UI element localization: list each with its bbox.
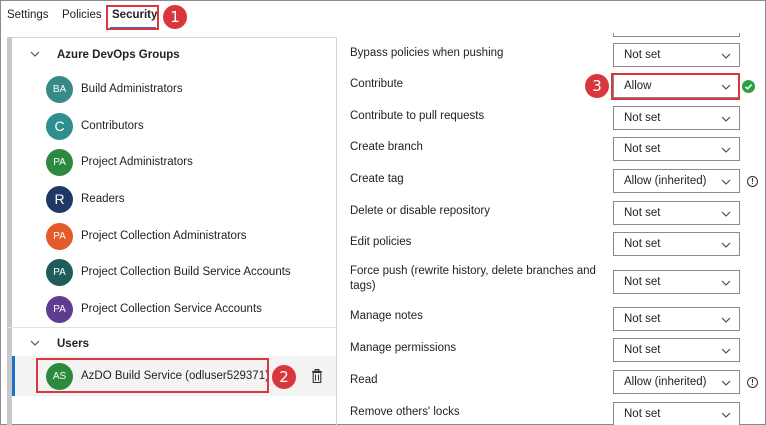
info-icon[interactable]: ! bbox=[747, 176, 758, 187]
clipped-select-edge bbox=[613, 33, 740, 37]
group-item-project-administrators[interactable]: PA Project Administrators bbox=[46, 149, 326, 179]
select-value: Not set bbox=[624, 344, 661, 356]
permission-label: Delete or disable repository bbox=[350, 205, 490, 217]
chevron-down-icon bbox=[721, 278, 731, 286]
checkmark-icon bbox=[742, 80, 755, 93]
group-item-build-administrators[interactable]: BA Build Administrators bbox=[46, 76, 326, 106]
divider bbox=[8, 327, 336, 328]
permission-select-contribute-pr[interactable]: Not set bbox=[613, 106, 740, 130]
azure-devops-groups-header[interactable]: Azure DevOps Groups bbox=[57, 49, 180, 61]
group-label: Project Collection Build Service Account… bbox=[81, 266, 291, 278]
contribute-highlight bbox=[611, 73, 740, 100]
permission-select-read[interactable]: Allow (inherited) bbox=[613, 370, 740, 394]
select-value: Not set bbox=[624, 207, 661, 219]
select-value: Not set bbox=[624, 112, 661, 124]
permission-select-edit-policies[interactable]: Not set bbox=[613, 232, 740, 256]
tab-settings[interactable]: Settings bbox=[7, 9, 49, 21]
permission-label: Contribute to pull requests bbox=[350, 110, 485, 122]
permission-select-remove-locks[interactable]: Not set bbox=[613, 402, 740, 425]
permission-label: Manage notes bbox=[350, 310, 423, 322]
avatar: PA bbox=[46, 259, 73, 286]
tab-policies[interactable]: Policies bbox=[62, 9, 102, 21]
select-value: Not set bbox=[624, 313, 661, 325]
select-value: Allow (inherited) bbox=[624, 175, 707, 187]
avatar: PA bbox=[46, 296, 73, 323]
permission-label: Create tag bbox=[350, 173, 404, 185]
callout-badge-2: 2 bbox=[272, 365, 296, 389]
permission-label: Create branch bbox=[350, 141, 423, 153]
chevron-down-icon bbox=[721, 378, 731, 386]
permission-label: Remove others' locks bbox=[350, 406, 460, 418]
permission-select-manage-notes[interactable]: Not set bbox=[613, 307, 740, 331]
chevron-down-icon bbox=[721, 315, 731, 323]
group-label: Project Collection Administrators bbox=[81, 230, 247, 242]
permission-label: Bypass policies when pushing bbox=[350, 47, 504, 59]
permission-label: Contribute bbox=[350, 78, 404, 90]
permission-select-create-tag[interactable]: Allow (inherited) bbox=[613, 169, 740, 193]
avatar: C bbox=[46, 113, 73, 140]
avatar: PA bbox=[46, 149, 73, 176]
permission-select-manage-permissions[interactable]: Not set bbox=[613, 338, 740, 362]
chevron-down-icon bbox=[721, 177, 731, 185]
chevron-down-icon bbox=[721, 346, 731, 354]
users-header[interactable]: Users bbox=[57, 338, 89, 350]
select-value: Not set bbox=[624, 143, 661, 155]
trash-icon[interactable] bbox=[311, 369, 323, 384]
chevron-down-icon[interactable] bbox=[30, 50, 40, 61]
avatar: BA bbox=[46, 76, 73, 103]
group-item-project-collection-administrators[interactable]: PA Project Collection Administrators bbox=[46, 223, 326, 253]
permission-select-delete-repo[interactable]: Not set bbox=[613, 201, 740, 225]
chevron-down-icon bbox=[721, 240, 731, 248]
select-value: Not set bbox=[624, 238, 661, 250]
select-value: Not set bbox=[624, 276, 661, 288]
permission-label: Read bbox=[350, 374, 378, 386]
select-value: Allow (inherited) bbox=[624, 376, 707, 388]
group-item-project-collection-build-service-accounts[interactable]: PA Project Collection Build Service Acco… bbox=[46, 259, 326, 289]
permission-label: Manage permissions bbox=[350, 342, 457, 354]
group-item-project-collection-service-accounts[interactable]: PA Project Collection Service Accounts bbox=[46, 296, 326, 326]
group-item-contributors[interactable]: C Contributors bbox=[46, 113, 326, 143]
info-icon[interactable]: ! bbox=[747, 377, 758, 388]
callout-badge-1: 1 bbox=[163, 5, 187, 29]
group-label: Project Collection Service Accounts bbox=[81, 303, 262, 315]
security-tab-highlight bbox=[106, 5, 159, 30]
selected-row-indicator bbox=[12, 356, 15, 396]
permission-select-bypass-policies[interactable]: Not set bbox=[613, 43, 740, 67]
user-highlight bbox=[36, 358, 269, 393]
group-label: Contributors bbox=[81, 120, 144, 132]
avatar: PA bbox=[46, 223, 73, 250]
callout-badge-3: 3 bbox=[585, 74, 609, 98]
group-label: Project Administrators bbox=[81, 156, 193, 168]
permission-select-create-branch[interactable]: Not set bbox=[613, 137, 740, 161]
chevron-down-icon bbox=[721, 209, 731, 217]
permission-select-force-push[interactable]: Not set bbox=[613, 270, 740, 294]
group-label: Readers bbox=[81, 193, 125, 205]
chevron-down-icon bbox=[721, 51, 731, 59]
group-item-readers[interactable]: R Readers bbox=[46, 186, 326, 216]
permission-label: Force push (rewrite history, delete bran… bbox=[350, 265, 596, 292]
select-value: Not set bbox=[624, 49, 661, 61]
group-label: Build Administrators bbox=[81, 83, 183, 95]
chevron-down-icon bbox=[721, 145, 731, 153]
chevron-down-icon bbox=[721, 410, 731, 418]
avatar: R bbox=[46, 186, 73, 213]
permission-label: Edit policies bbox=[350, 236, 412, 248]
chevron-down-icon[interactable] bbox=[30, 339, 40, 350]
select-value: Not set bbox=[624, 408, 661, 420]
tab-bar: Settings Policies Security 1 bbox=[0, 0, 766, 34]
chevron-down-icon bbox=[721, 114, 731, 122]
